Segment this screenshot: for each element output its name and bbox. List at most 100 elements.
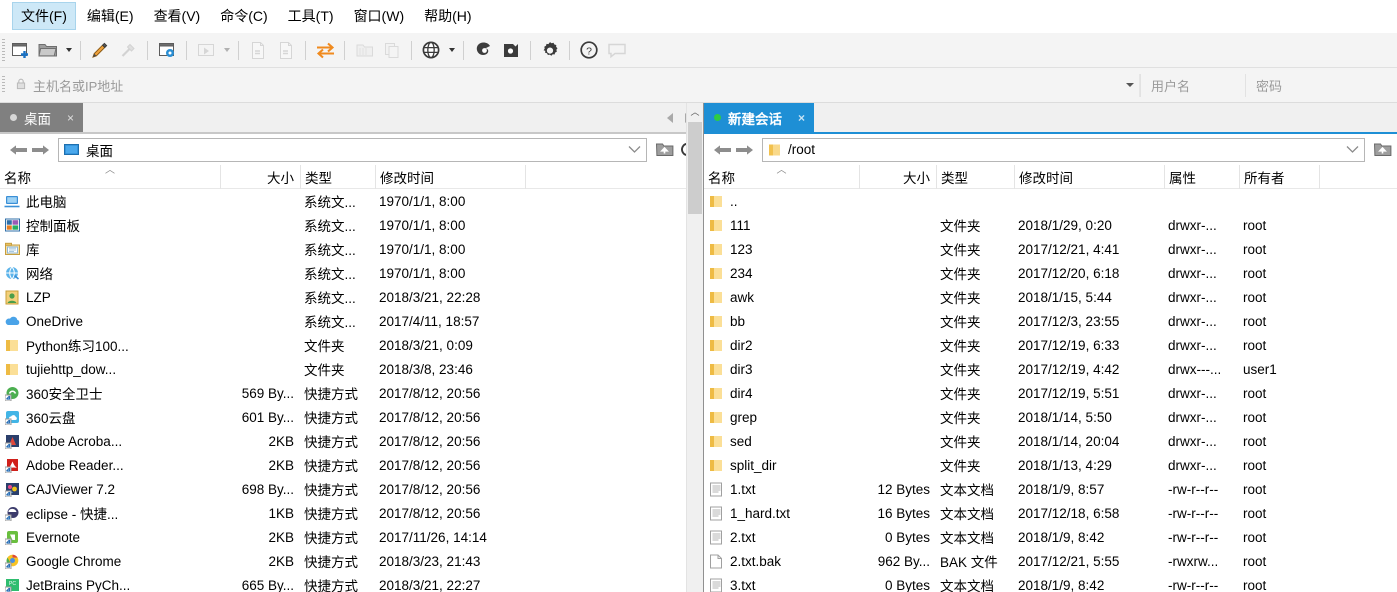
run-script-icon: [192, 37, 220, 64]
table-row[interactable]: Python练习100... 文件夹 2018/3/21, 0:09: [0, 333, 703, 357]
table-row[interactable]: 网络 系统文... 1970/1/1, 8:00: [0, 261, 703, 285]
menu-tools[interactable]: 工具(T): [279, 2, 343, 30]
column-header-size[interactable]: 大小: [859, 164, 936, 189]
menu-view[interactable]: 查看(V): [145, 2, 210, 30]
table-row[interactable]: bb 文件夹 2017/12/3, 23:55 drwxr-... root: [704, 309, 1397, 333]
scroll-up-icon[interactable]: ︿: [687, 103, 703, 120]
local-vertical-scrollbar[interactable]: ︿: [686, 103, 703, 592]
menu-file[interactable]: 文件(F): [12, 2, 76, 30]
cell-type: 快捷方式: [304, 555, 358, 570]
remote-file-list[interactable]: .. 111 文件夹 2018/1/29, 0:20 drwxr-... root 123 文…: [704, 189, 1397, 592]
table-row[interactable]: eclipse - 快捷... 1KB 快捷方式 2017/8/12, 20:56: [0, 501, 703, 525]
forward-button[interactable]: [30, 139, 50, 161]
table-row[interactable]: sed 文件夹 2018/1/14, 20:04 drwxr-... root: [704, 429, 1397, 453]
table-row[interactable]: 控制面板 系统文... 1970/1/1, 8:00: [0, 213, 703, 237]
open-folder-icon[interactable]: [34, 37, 62, 64]
menu-command[interactable]: 命令(C): [211, 2, 276, 30]
column-label: 大小: [267, 170, 294, 186]
file-name-label: split_dir: [730, 457, 777, 473]
table-row[interactable]: 360云盘 601 By... 快捷方式 2017/8/12, 20:56: [0, 405, 703, 429]
back-button[interactable]: [8, 139, 28, 161]
column-header-size[interactable]: 大小: [220, 164, 300, 189]
tab-scroll-left-icon[interactable]: [663, 108, 677, 128]
column-header-mtime[interactable]: 修改时间: [1014, 164, 1164, 189]
local-path-dropdown-caret[interactable]: [624, 145, 644, 154]
cell-mtime: 2017/12/19, 5:51: [1018, 385, 1120, 401]
local-up-folder-button[interactable]: [653, 138, 675, 162]
cell-owner: root: [1243, 289, 1267, 305]
table-row[interactable]: CAJViewer 7.2 698 By... 快捷方式 2017/8/12, 20:…: [0, 477, 703, 501]
table-row[interactable]: Google Chrome 2KB 快捷方式 2018/3/23, 21:43: [0, 549, 703, 573]
table-row[interactable]: 2.txt 0 Bytes 文本文档 2018/1/9, 8:42 -rw-r--r--…: [704, 525, 1397, 549]
table-row[interactable]: 3.txt 0 Bytes 文本文档 2018/1/9, 8:42 -rw-r--r--…: [704, 573, 1397, 592]
globe-dropdown-caret[interactable]: [445, 37, 458, 64]
tab-desktop[interactable]: 桌面 ×: [0, 103, 84, 132]
new-file-transfer-icon[interactable]: [6, 37, 34, 64]
column-header-attrs[interactable]: 属性: [1164, 164, 1239, 189]
remote-path-dropdown-caret[interactable]: [1342, 145, 1362, 154]
table-row[interactable]: dir2 文件夹 2017/12/19, 6:33 drwxr-... root: [704, 333, 1397, 357]
menu-help[interactable]: 帮助(H): [415, 2, 480, 30]
remote-up-folder-button[interactable]: [1371, 138, 1393, 162]
open-folder-dropdown-caret[interactable]: [62, 37, 75, 64]
forward-button[interactable]: [734, 139, 754, 161]
column-header-name[interactable]: 名称 ︿: [0, 165, 220, 189]
table-row[interactable]: 234 文件夹 2017/12/20, 6:18 drwxr-... root: [704, 261, 1397, 285]
cell-size: [859, 213, 936, 237]
tab-close-icon[interactable]: ×: [67, 112, 74, 124]
table-row[interactable]: PC JetBrains PyCh... 665 By... 快捷方式 2018/3/2…: [0, 573, 703, 592]
cell-type: 快捷方式: [304, 507, 358, 522]
table-row[interactable]: 库 系统文... 1970/1/1, 8:00: [0, 237, 703, 261]
column-header-name[interactable]: 名称 ︿: [704, 165, 859, 189]
table-row[interactable]: dir3 文件夹 2017/12/19, 4:42 drwx---... user1: [704, 357, 1397, 381]
remote-path-input[interactable]: /root: [762, 137, 1365, 162]
table-row[interactable]: 此电脑 系统文... 1970/1/1, 8:00: [0, 189, 703, 213]
table-row[interactable]: 111 文件夹 2018/1/29, 0:20 drwxr-... root: [704, 213, 1397, 237]
table-row[interactable]: awk 文件夹 2018/1/15, 5:44 drwxr-... root: [704, 285, 1397, 309]
host-dropdown-caret[interactable]: [1121, 74, 1139, 96]
table-row[interactable]: tujiehttp_dow... 文件夹 2018/3/8, 23:46: [0, 357, 703, 381]
column-header-type[interactable]: 类型: [936, 164, 1014, 189]
cell-type: 文件夹: [940, 291, 981, 306]
settings-gear-icon[interactable]: [536, 37, 564, 64]
cell-mtime: 2018/1/15, 5:44: [1018, 289, 1112, 305]
table-row[interactable]: split_dir 文件夹 2018/1/13, 4:29 drwxr-... root: [704, 453, 1397, 477]
table-row[interactable]: 1.txt 12 Bytes 文本文档 2018/1/9, 8:57 -rw-r--r-…: [704, 477, 1397, 501]
table-row[interactable]: 360安全卫士 569 By... 快捷方式 2017/8/12, 20:56: [0, 381, 703, 405]
sync-transfer-icon[interactable]: [311, 37, 339, 64]
column-header-mtime[interactable]: 修改时间: [375, 164, 525, 189]
column-header-type[interactable]: 类型: [300, 164, 375, 189]
password-input[interactable]: 密码: [1245, 73, 1345, 97]
xftp-icon[interactable]: [497, 37, 525, 64]
table-row[interactable]: LZP 系统文... 2018/3/21, 22:28: [0, 285, 703, 309]
table-row[interactable]: Adobe Acroba... 2KB 快捷方式 2017/8/12, 20:56: [0, 429, 703, 453]
table-row[interactable]: ..: [704, 189, 1397, 213]
host-input[interactable]: 主机名或IP地址: [0, 73, 1140, 97]
table-row[interactable]: 1_hard.txt 16 Bytes 文本文档 2017/12/18, 6:58 -r…: [704, 501, 1397, 525]
local-path-input[interactable]: 桌面: [58, 137, 647, 162]
cell-mtime: 1970/1/1, 8:00: [379, 217, 466, 233]
table-row[interactable]: grep 文件夹 2018/1/14, 5:50 drwxr-... root: [704, 405, 1397, 429]
tab-close-icon[interactable]: ×: [798, 112, 805, 124]
username-input[interactable]: 用户名: [1140, 73, 1245, 97]
tab-new-session[interactable]: 新建会话 ×: [704, 103, 815, 132]
menu-edit[interactable]: 编辑(E): [78, 2, 143, 30]
cell-type: 系统文...: [304, 291, 356, 306]
scrollbar-thumb[interactable]: [688, 122, 702, 214]
menu-window[interactable]: 窗口(W): [345, 2, 414, 30]
folder-icon: [708, 313, 724, 329]
table-row[interactable]: Adobe Reader... 2KB 快捷方式 2017/8/12, 20:56: [0, 453, 703, 477]
table-row[interactable]: dir4 文件夹 2017/12/19, 5:51 drwxr-... root: [704, 381, 1397, 405]
column-header-owner[interactable]: 所有者: [1239, 164, 1319, 189]
local-file-list[interactable]: 此电脑 系统文... 1970/1/1, 8:00 控制面板 系统文... 1970/1/…: [0, 189, 703, 592]
xshell-icon[interactable]: [469, 37, 497, 64]
globe-icon[interactable]: [417, 37, 445, 64]
table-row[interactable]: 123 文件夹 2017/12/21, 4:41 drwxr-... root: [704, 237, 1397, 261]
back-button[interactable]: [712, 139, 732, 161]
help-icon[interactable]: ?: [575, 37, 603, 64]
table-row[interactable]: Evernote 2KB 快捷方式 2017/11/26, 14:14: [0, 525, 703, 549]
edit-session-icon[interactable]: [86, 37, 114, 64]
session-properties-icon[interactable]: [153, 37, 181, 64]
table-row[interactable]: 2.txt.bak 962 By... BAK 文件 2017/12/21, 5:55…: [704, 549, 1397, 573]
table-row[interactable]: OneDrive 系统文... 2017/4/11, 18:57: [0, 309, 703, 333]
